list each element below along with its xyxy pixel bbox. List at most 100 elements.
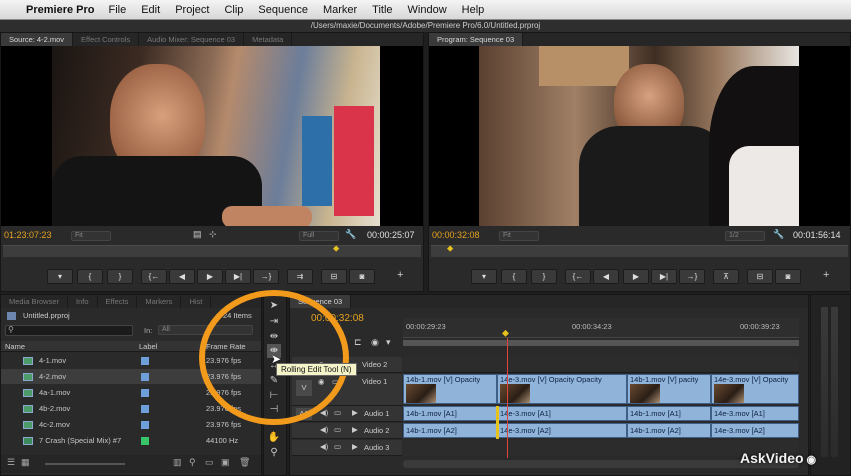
tab-program[interactable]: Program: Sequence 03 xyxy=(429,33,524,46)
program-goto-out-button[interactable]: →} xyxy=(679,269,705,284)
source-fit-dropdown[interactable]: Fit xyxy=(71,231,111,241)
program-timecode[interactable]: 00:00:32:08 xyxy=(432,230,480,240)
program-step-forward-button[interactable]: ▶| xyxy=(651,269,677,284)
zoom-slider[interactable] xyxy=(45,463,125,465)
video-clip[interactable]: 14e-3.mov [V] Opacity Opacity xyxy=(497,374,627,404)
track-header-audio-3[interactable]: ◀) ▭ ▶ Audio 3 xyxy=(292,440,402,456)
app-menu[interactable]: Premiere Pro xyxy=(26,4,94,16)
video-clip[interactable]: 14b-1.mov [V] pacity xyxy=(627,374,711,404)
audio-clip[interactable]: 14b-1.mov [A1] xyxy=(627,406,711,421)
track-header-audio-2[interactable]: ◀) ▭ ▶ Audio 2 xyxy=(292,423,402,439)
source-insert-button[interactable]: ⇉ xyxy=(287,269,313,284)
new-item-icon[interactable]: ▣ xyxy=(221,457,230,468)
speaker-icon[interactable]: ◀) xyxy=(320,442,328,451)
track-area-video-2[interactable] xyxy=(403,357,799,373)
column-name[interactable]: Name xyxy=(5,341,25,352)
snap-icon[interactable]: ⊏ xyxy=(354,337,362,348)
program-step-back-button[interactable]: ◀ xyxy=(593,269,619,284)
source-step-back-button[interactable]: ◀ xyxy=(169,269,195,284)
tab-source[interactable]: Source: 4-2.mov xyxy=(1,33,74,46)
source-timecode-in[interactable]: 01:23:07:23 xyxy=(4,230,52,240)
tab-info[interactable]: Info xyxy=(68,295,98,308)
video-clip[interactable]: 14e-3.mov [V] Opacity xyxy=(711,374,799,404)
source-step-forward-button[interactable]: ▶| xyxy=(225,269,251,284)
source-playhead-icon[interactable]: ⬥ xyxy=(333,243,339,254)
program-mark-in-button[interactable]: { xyxy=(501,269,527,284)
expand-icon[interactable]: ▶ xyxy=(352,425,358,434)
source-mark-out-button[interactable]: } xyxy=(107,269,133,284)
tab-effects[interactable]: Effects xyxy=(98,295,138,308)
menu-clip[interactable]: Clip xyxy=(224,4,243,16)
expand-icon[interactable]: ▶ xyxy=(352,442,358,451)
program-mark-out-button[interactable]: } xyxy=(531,269,557,284)
menu-file[interactable]: File xyxy=(108,4,126,16)
source-mark-in-button[interactable]: { xyxy=(77,269,103,284)
program-play-button[interactable]: ▶ xyxy=(623,269,649,284)
menu-help[interactable]: Help xyxy=(462,4,485,16)
speaker-icon[interactable]: ◀) xyxy=(320,425,328,434)
list-item[interactable]: 4c-2.mov 23.976 fps xyxy=(1,417,261,432)
source-drag-icon[interactable]: ⊹ xyxy=(209,229,217,240)
source-scrub-bar[interactable] xyxy=(3,245,421,257)
list-view-icon[interactable]: ☰ xyxy=(7,457,15,468)
tab-audio-mixer[interactable]: Audio Mixer: Sequence 03 xyxy=(139,33,245,46)
program-quality-dropdown[interactable]: 1/2 xyxy=(725,231,765,241)
audio-clip[interactable]: 14e-3.mov [A2] xyxy=(711,423,799,438)
source-wrench-icon[interactable]: 🔧 xyxy=(345,229,356,240)
menu-marker[interactable]: Marker xyxy=(323,4,357,16)
hand-tool-icon[interactable]: ✋ xyxy=(267,431,281,445)
project-search-input[interactable]: ⚲ xyxy=(5,325,133,336)
program-wrench-icon[interactable]: 🔧 xyxy=(773,229,784,240)
list-item[interactable]: 7 Crash (Special Mix) #7 44100 Hz xyxy=(1,433,261,448)
program-export-frame-button[interactable]: ◙ xyxy=(775,269,801,284)
program-add-button-icon[interactable]: + xyxy=(823,269,829,281)
work-area-bar[interactable] xyxy=(403,340,799,346)
expand-icon[interactable]: ▶ xyxy=(352,408,358,417)
video-clip[interactable]: 14b-1.mov [V] Opacity xyxy=(403,374,497,404)
track-lock-icon[interactable]: ▭ xyxy=(334,408,341,417)
tab-history[interactable]: Hist xyxy=(181,295,212,308)
audio-clip[interactable]: 14b-1.mov [A2] xyxy=(627,423,711,438)
source-play-button[interactable]: ▶ xyxy=(197,269,223,284)
program-goto-in-button[interactable]: {← xyxy=(565,269,591,284)
menu-title[interactable]: Title xyxy=(372,4,392,16)
source-settings-icon[interactable]: ▤ xyxy=(193,229,202,240)
zoom-tool-icon[interactable]: ⚲ xyxy=(267,446,281,460)
source-goto-out-button[interactable]: →} xyxy=(253,269,279,284)
column-label[interactable]: Label xyxy=(139,341,157,352)
program-scrub-bar[interactable] xyxy=(431,245,848,257)
trash-icon[interactable]: 🗑 xyxy=(239,457,250,468)
audio-clip[interactable]: 14b-1.mov [A1] xyxy=(403,406,497,421)
menu-project[interactable]: Project xyxy=(175,4,209,16)
source-overwrite-button[interactable]: ⊟ xyxy=(321,269,347,284)
find-icon[interactable]: ⚲ xyxy=(189,457,196,468)
tab-markers[interactable]: Markers xyxy=(137,295,182,308)
menu-sequence[interactable]: Sequence xyxy=(258,4,308,16)
add-marker-icon[interactable]: ◉ xyxy=(371,337,379,348)
automate-icon[interactable]: ▥ xyxy=(173,457,182,468)
audio-clip[interactable]: 14b-1.mov [A2] xyxy=(403,423,497,438)
source-add-marker-button[interactable]: ▾ xyxy=(47,269,73,284)
source-goto-in-button[interactable]: {← xyxy=(141,269,167,284)
menu-window[interactable]: Window xyxy=(408,4,447,16)
program-add-marker-button[interactable]: ▾ xyxy=(471,269,497,284)
track-lock-icon[interactable]: ▭ xyxy=(334,425,341,434)
track-lock-icon[interactable]: ▭ xyxy=(334,442,341,451)
menu-edit[interactable]: Edit xyxy=(141,4,160,16)
audio-clip[interactable]: 14e-3.mov [A1] xyxy=(497,406,627,421)
source-add-button-icon[interactable]: + xyxy=(397,269,403,281)
program-extract-button[interactable]: ⊟ xyxy=(747,269,773,284)
marker-icon[interactable]: ▾ xyxy=(386,337,391,348)
audio-clip[interactable]: 14e-3.mov [A2] xyxy=(497,423,627,438)
audio-clip[interactable]: 14e-3.mov [A1] xyxy=(711,406,799,421)
icon-view-icon[interactable]: ▦ xyxy=(21,457,30,468)
source-export-frame-button[interactable]: ◙ xyxy=(349,269,375,284)
new-bin-icon[interactable]: ▭ xyxy=(205,457,214,468)
tab-metadata[interactable]: Metadata xyxy=(244,33,293,46)
tab-effect-controls[interactable]: Effect Controls xyxy=(73,33,140,46)
program-playhead-icon[interactable]: ⬥ xyxy=(447,243,453,254)
tab-media-browser[interactable]: Media Browser xyxy=(1,295,69,308)
program-fit-dropdown[interactable]: Fit xyxy=(499,231,539,241)
program-lift-button[interactable]: ⊼ xyxy=(713,269,739,284)
source-quality-dropdown[interactable]: Full xyxy=(299,231,339,241)
